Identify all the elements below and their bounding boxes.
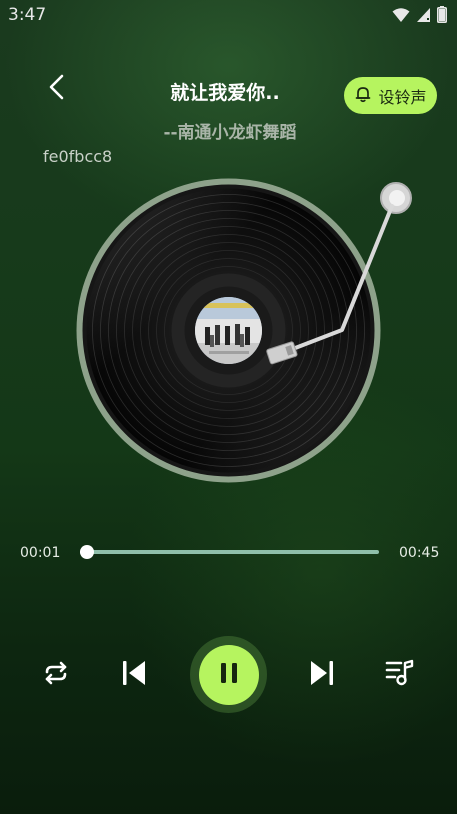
ringtone-label: 设铃声 <box>378 87 427 107</box>
repeat-icon <box>41 661 71 689</box>
progress-thumb[interactable] <box>79 545 94 559</box>
previous-button[interactable] <box>114 655 154 695</box>
total-time: 00:45 <box>399 545 440 561</box>
uploader-id: fe0fbcc8 <box>43 147 113 166</box>
current-time: 00:01 <box>20 545 61 561</box>
signal-icon <box>416 7 431 27</box>
vinyl-record <box>76 178 381 483</box>
status-time: 3:47 <box>8 5 47 25</box>
wifi-icon <box>392 7 410 27</box>
song-title: 就让我爱你.. <box>170 82 280 104</box>
battery-icon <box>437 6 447 27</box>
album-cover <box>195 297 262 364</box>
next-button[interactable] <box>302 655 342 695</box>
artist-name: --南通小龙虾舞蹈 <box>163 123 297 143</box>
playlist-music-icon <box>385 659 415 691</box>
bell-icon <box>354 85 372 107</box>
set-ringtone-button[interactable]: 设铃声 <box>344 77 437 114</box>
back-button[interactable] <box>40 72 72 106</box>
repeat-button[interactable] <box>36 655 76 695</box>
status-icons <box>392 6 447 27</box>
pause-icon <box>218 661 240 689</box>
status-bar: 3:47 <box>0 0 457 30</box>
play-pause-button[interactable] <box>190 636 267 713</box>
play-pause-inner <box>198 644 259 705</box>
skip-next-icon <box>309 659 335 691</box>
chevron-left-icon <box>47 74 65 104</box>
skip-previous-icon <box>121 659 147 691</box>
progress-bar[interactable] <box>79 545 379 559</box>
playlist-button[interactable] <box>380 655 420 695</box>
